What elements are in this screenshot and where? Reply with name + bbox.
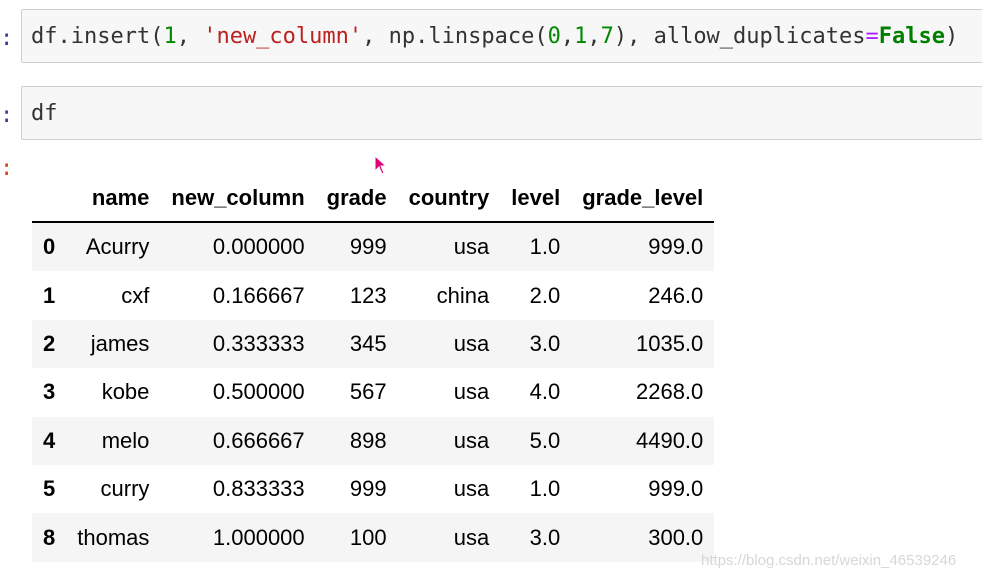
input-prompt-1: : — [0, 26, 14, 51]
code-token: , — [176, 24, 204, 49]
table-row: 8 thomas 1.000000 100 usa 3.0 300.0 — [32, 513, 715, 562]
input-prompt-2: : — [0, 103, 14, 128]
table-cell: kobe — [101, 379, 150, 405]
table-row: 3 kobe 0.500000 567 usa 4.0 2268.0 — [32, 368, 715, 417]
code-line-2: df — [31, 102, 58, 126]
table-cell: 999.0 — [648, 476, 704, 502]
code-token: , — [560, 24, 575, 49]
table-cell: 0.833333 — [212, 476, 305, 502]
table-row: 5 curry 0.833333 999 usa 1.0 999.0 — [32, 464, 715, 514]
row-index: 1 — [43, 282, 56, 308]
table-cell: 5.0 — [529, 427, 561, 453]
table-header-row: name new_column grade country level grade_lev… — [32, 174, 715, 223]
table-cell: 999 — [349, 234, 387, 260]
table-row: 2 james 0.333333 345 usa 3.0 1035.0 — [32, 319, 715, 369]
mouse-cursor-icon — [374, 155, 388, 175]
table-cell: 2.0 — [529, 282, 561, 308]
table-cell: james — [90, 330, 150, 356]
code-line-1: df.insert(1, 'new_column', np.linspace(0… — [31, 25, 958, 49]
table-cell: usa — [453, 379, 490, 405]
table-cell: 3.0 — [529, 524, 561, 550]
row-index: 8 — [43, 524, 56, 550]
code-token: 1 — [163, 24, 177, 49]
table-row: 0 Acurry 0.000000 999 usa 1.0 999.0 — [32, 222, 715, 272]
table-row: 1 cxf 0.166667 123 china 2.0 246.0 — [32, 271, 715, 320]
table-cell: 123 — [349, 282, 387, 308]
table-cell: 0.000000 — [212, 234, 305, 260]
code-token: , np.linspace( — [362, 24, 548, 49]
column-header: level — [500, 174, 572, 223]
table-cell: thomas — [77, 524, 150, 550]
code-token: False — [878, 24, 945, 49]
table-cell: usa — [453, 330, 490, 356]
row-index: 0 — [43, 234, 56, 260]
table-cell: 300.0 — [648, 524, 704, 550]
row-index: 5 — [43, 476, 56, 502]
table-cell: 0.500000 — [212, 379, 305, 405]
table-cell: 567 — [349, 379, 387, 405]
column-header — [32, 174, 67, 223]
table-cell: 0.166667 — [212, 282, 305, 308]
table-cell: usa — [453, 476, 490, 502]
output-prompt: : — [0, 156, 14, 181]
code-cell-2[interactable]: df — [21, 86, 982, 140]
watermark: https://blog.csdn.net/weixin_46539246 — [701, 552, 957, 569]
column-header: new_column — [160, 174, 316, 223]
code-token: 7 — [600, 24, 614, 49]
code-token: df — [31, 101, 58, 126]
dataframe-table: name new_column grade country level grade_lev… — [32, 174, 715, 562]
table-cell: usa — [453, 524, 490, 550]
table-cell: china — [436, 282, 490, 308]
code-token: df.insert( — [31, 24, 164, 49]
table-cell: melo — [101, 427, 150, 453]
table-cell: 246.0 — [648, 282, 704, 308]
table-cell: 999 — [349, 476, 387, 502]
column-header: grade_level — [571, 174, 715, 223]
code-token: = — [865, 24, 879, 49]
code-token: , — [587, 24, 601, 49]
code-cell-1[interactable]: df.insert(1, 'new_column', np.linspace(0… — [21, 9, 982, 63]
table-cell: 4.0 — [529, 379, 561, 405]
table-cell: 1.0 — [529, 476, 561, 502]
table-cell: 898 — [349, 427, 387, 453]
table-cell: Acurry — [85, 234, 150, 260]
row-index: 4 — [43, 427, 56, 453]
table-cell: 0.666667 — [212, 427, 305, 453]
table-cell: usa — [453, 427, 490, 453]
table-cell: 2268.0 — [635, 379, 704, 405]
table-cell: usa — [453, 234, 490, 260]
table-cell: 1.0 — [529, 234, 561, 260]
table-cell: 345 — [349, 330, 387, 356]
table-cell: 3.0 — [529, 330, 561, 356]
code-token: 1 — [574, 24, 588, 49]
column-header: country — [397, 174, 501, 223]
table-cell: cxf — [121, 282, 150, 308]
table-cell: 999.0 — [648, 234, 704, 260]
table-row: 4 melo 0.666667 898 usa 5.0 4490.0 — [32, 416, 715, 465]
table-cell: 4490.0 — [635, 427, 704, 453]
row-index: 3 — [43, 379, 56, 405]
table-cell: 1.000000 — [212, 524, 305, 550]
code-token: ), allow_duplicates — [613, 24, 866, 49]
code-token: ) — [945, 24, 959, 49]
table-cell: 100 — [349, 524, 387, 550]
column-header: grade — [315, 174, 398, 223]
table-cell: curry — [100, 476, 150, 502]
row-index: 2 — [43, 330, 56, 356]
code-token: 0 — [547, 24, 561, 49]
code-token: 'new_column' — [203, 24, 363, 49]
column-header: name — [66, 174, 161, 223]
table-cell: 1035.0 — [635, 330, 704, 356]
table-cell: 0.333333 — [212, 330, 305, 356]
